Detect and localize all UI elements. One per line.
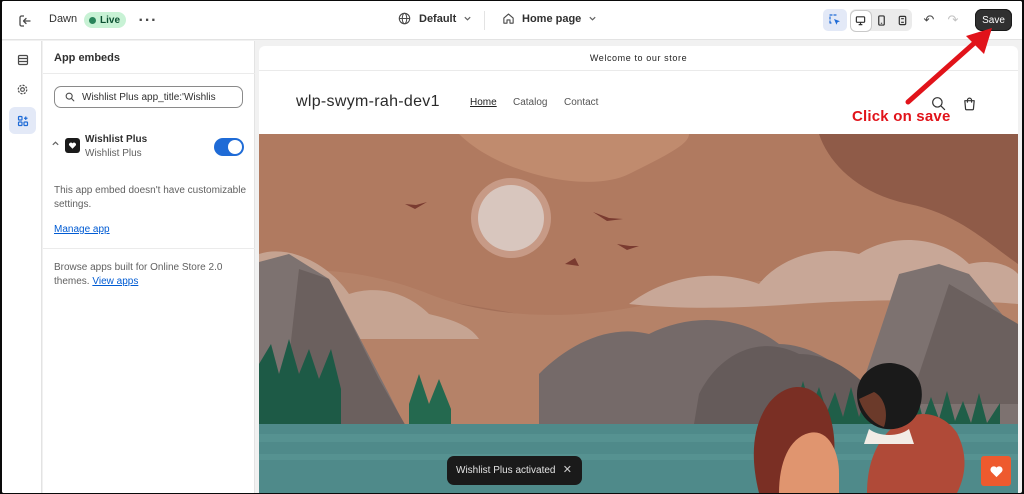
theme-editor: Dawn Live ··· Default Home page ↶ ↷ Save…: [2, 1, 1022, 493]
annotation-arrow: [905, 28, 992, 105]
annotation-label: Click on save: [852, 108, 951, 125]
